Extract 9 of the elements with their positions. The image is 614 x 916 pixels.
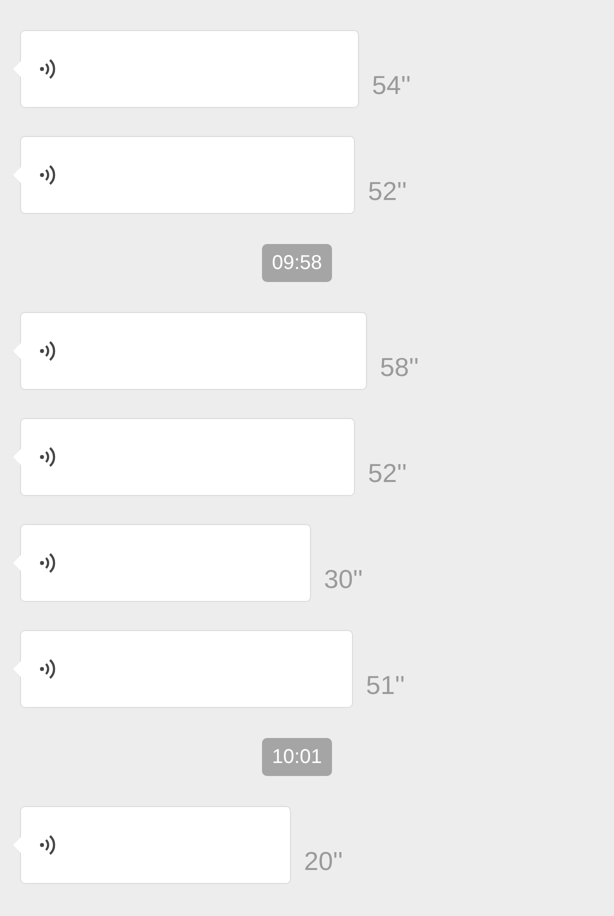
voice-duration: 52'' [368, 178, 407, 204]
voice-duration: 30'' [324, 566, 363, 592]
voice-duration: 51'' [366, 672, 405, 698]
voice-duration: 58'' [380, 354, 419, 380]
voice-duration: 54'' [372, 72, 411, 98]
voice-duration: 20'' [304, 848, 343, 874]
timestamp: 09:58 [262, 244, 332, 282]
timestamp: 10:01 [262, 738, 332, 776]
voice-duration: 52'' [368, 460, 407, 486]
